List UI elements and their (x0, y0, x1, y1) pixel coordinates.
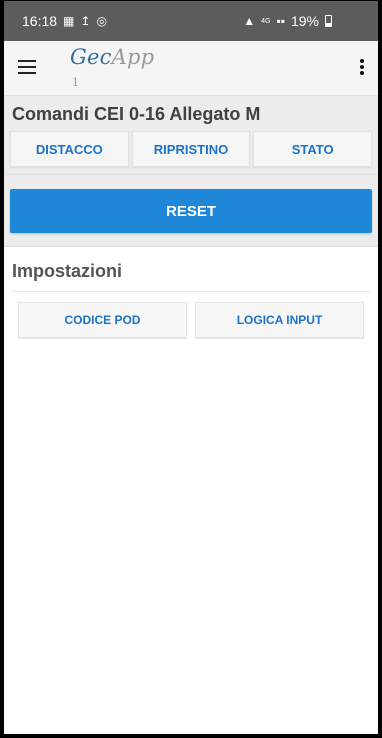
app-title: GecApp (70, 45, 154, 69)
status-right: ▲ 4G ▪▪ 19% (243, 13, 332, 29)
settings-title: Impostazioni (12, 261, 123, 281)
ripristino-button[interactable]: RIPRISTINO (131, 131, 251, 167)
battery-icon (325, 15, 332, 27)
codice-pod-button[interactable]: CODICE POD (18, 302, 187, 338)
status-left: 16:18 ▦ ↥ ◎ (22, 13, 107, 29)
commands-title: Comandi CEI 0-16 Allegato M (12, 104, 261, 124)
commands-button-row: DISTACCO RIPRISTINO STATO (10, 131, 373, 167)
commands-section: Comandi CEI 0-16 Allegato M DISTACCO RIP… (4, 96, 378, 174)
section-divider (4, 246, 378, 247)
settings-divider (12, 291, 370, 292)
app-title-prefix: Gec (70, 45, 112, 69)
reset-button[interactable]: RESET (10, 189, 372, 233)
status-time: 16:18 (22, 13, 58, 29)
image-icon: ▦ (63, 14, 75, 28)
signal-icon: ▪▪ (276, 14, 285, 28)
sync-icon: ◎ (96, 14, 107, 28)
app-subtitle: 1 (72, 76, 79, 89)
app-bar: GecApp 1 (4, 41, 378, 96)
distacco-button[interactable]: DISTACCO (10, 131, 129, 167)
reset-section: RESET (4, 174, 378, 247)
thermometer-icon: ↥ (80, 14, 91, 28)
app-screen: 16:18 ▦ ↥ ◎ ▲ 4G ▪▪ 19% GecApp 1 Comandi… (0, 0, 382, 738)
menu-icon[interactable] (18, 60, 36, 74)
battery-percent: 19% (290, 13, 319, 29)
alarm-icon: ▲ (243, 14, 256, 28)
app-title-suffix: App (111, 45, 155, 69)
stato-button[interactable]: STATO (253, 131, 373, 167)
status-bar: 16:18 ▦ ↥ ◎ ▲ 4G ▪▪ 19% (4, 1, 378, 41)
network-type: 4G (261, 17, 271, 25)
settings-button-row: CODICE POD LOGICA INPUT (18, 302, 364, 338)
logica-input-button[interactable]: LOGICA INPUT (195, 302, 364, 338)
more-options-icon[interactable] (360, 59, 364, 75)
